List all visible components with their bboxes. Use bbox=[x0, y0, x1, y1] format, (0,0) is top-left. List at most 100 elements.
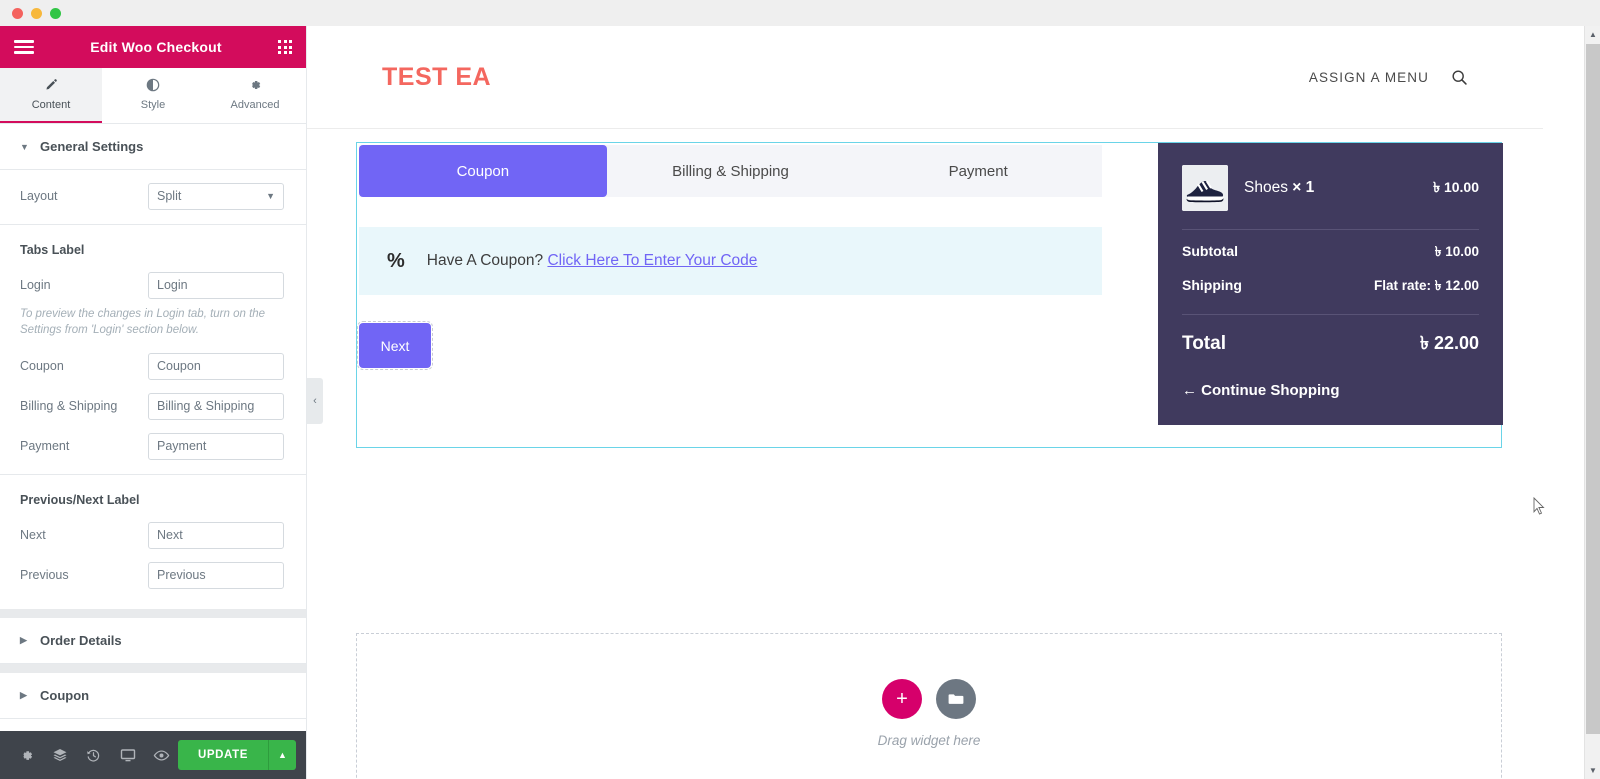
layers-navigator-icon[interactable] bbox=[44, 731, 78, 779]
woo-checkout-widget: Coupon Billing & Shipping Payment % Have… bbox=[356, 142, 1503, 448]
site-logo[interactable]: TEST EA bbox=[382, 63, 491, 92]
tabs-label-heading: Tabs Label bbox=[20, 243, 85, 257]
minimize-window-button[interactable] bbox=[31, 8, 42, 19]
tab-billing-shipping[interactable]: Billing & Shipping bbox=[607, 145, 855, 197]
tab-content-label: Content bbox=[31, 99, 71, 111]
assign-menu-link[interactable]: ASSIGN A MENU bbox=[1309, 70, 1429, 85]
chevron-right-icon: ▶ bbox=[20, 635, 27, 646]
collapse-panel-handle[interactable]: ‹ bbox=[307, 378, 323, 424]
chevron-down-icon: ▼ bbox=[20, 141, 29, 152]
gear-icon bbox=[248, 78, 262, 94]
coupon-notice: % Have A Coupon? Click Here To Enter You… bbox=[359, 227, 1102, 295]
grid-apps-icon[interactable] bbox=[278, 40, 292, 54]
tab-content[interactable]: Content bbox=[0, 68, 102, 123]
order-subtotal-label: Subtotal bbox=[1182, 243, 1238, 259]
tab-coupon[interactable]: Coupon bbox=[359, 145, 607, 197]
hamburger-menu-icon[interactable] bbox=[14, 40, 34, 54]
scrollbar-thumb[interactable] bbox=[1586, 44, 1600, 734]
page-scrollbar[interactable]: ▲ ▼ bbox=[1584, 26, 1600, 779]
billing-shipping-label-input[interactable] bbox=[148, 392, 284, 420]
control-next-label: Next bbox=[20, 528, 46, 543]
close-window-button[interactable] bbox=[12, 8, 23, 19]
section-coupon-label: Coupon bbox=[40, 688, 90, 704]
tab-advanced[interactable]: Advanced bbox=[204, 68, 306, 123]
order-row-total: Total ৳ 22.00 bbox=[1182, 315, 1479, 360]
dropzone-label: Drag widget here bbox=[877, 732, 981, 748]
tab-style[interactable]: Style bbox=[102, 68, 204, 123]
coupon-notice-label: Have A Coupon? bbox=[426, 252, 544, 269]
order-total-label: Total bbox=[1182, 333, 1226, 354]
elementor-editor-panel: Edit Woo Checkout Content Style Advanced bbox=[0, 26, 307, 779]
section-spacer bbox=[0, 664, 306, 674]
divider bbox=[0, 474, 306, 476]
general-settings-controls: Layout Split ▼ Tabs Label Login To previ… bbox=[0, 170, 306, 609]
control-coupon: Coupon bbox=[20, 346, 286, 386]
dropzone-actions: + bbox=[882, 678, 976, 719]
section-coupon[interactable]: ▶ Coupon bbox=[0, 673, 306, 720]
section-order-details[interactable]: ▶ Order Details bbox=[0, 618, 306, 665]
settings-gear-icon[interactable] bbox=[10, 731, 44, 779]
section-general-settings[interactable]: ▼ General Settings bbox=[0, 124, 306, 170]
section-general-settings-label: General Settings bbox=[40, 139, 144, 154]
history-clock-icon[interactable] bbox=[77, 731, 111, 779]
template-folder-icon[interactable] bbox=[936, 678, 976, 719]
shoe-thumbnail bbox=[1182, 165, 1228, 211]
add-widget-plus-icon[interactable]: + bbox=[882, 678, 922, 719]
maximize-window-button[interactable] bbox=[50, 8, 61, 19]
order-shipping-value: Flat rate: ৳ 12.00 bbox=[1373, 278, 1479, 293]
order-total-value: ৳ 22.00 bbox=[1419, 333, 1479, 353]
layout-select[interactable]: Split ▼ bbox=[148, 182, 284, 210]
scroll-up-arrow-icon[interactable]: ▲ bbox=[1585, 26, 1600, 43]
order-product-price: ৳ 10.00 bbox=[1433, 179, 1479, 195]
continue-shopping-link[interactable]: ← Continue Shopping bbox=[1182, 360, 1479, 399]
control-payment: Payment bbox=[20, 426, 286, 466]
control-billing-shipping-label: Billing & Shipping bbox=[20, 399, 118, 414]
control-login: Login bbox=[20, 265, 286, 305]
login-hint-text: To preview the changes in Login tab, tur… bbox=[20, 308, 266, 336]
control-payment-label: Payment bbox=[20, 439, 70, 454]
preview-eye-icon[interactable] bbox=[144, 731, 178, 779]
order-row-subtotal: Subtotal ৳ 10.00 bbox=[1182, 230, 1479, 264]
order-product-row: Shoes × 1 ৳ 10.00 bbox=[1182, 165, 1479, 229]
checkout-left-column: Coupon Billing & Shipping Payment % Have… bbox=[357, 143, 1102, 447]
control-previous: Previous bbox=[20, 555, 286, 595]
layout-select-value: Split bbox=[157, 189, 182, 203]
continue-shopping-label: Continue Shopping bbox=[1201, 382, 1340, 399]
update-button[interactable]: UPDATE bbox=[177, 740, 268, 770]
order-summary-card: Shoes × 1 ৳ 10.00 Subtotal ৳ 10.00 Shipp… bbox=[1158, 143, 1503, 425]
login-label-input[interactable] bbox=[148, 271, 284, 299]
next-label-input[interactable] bbox=[148, 521, 284, 549]
update-button-group: UPDATE ▲ bbox=[177, 740, 296, 770]
chevron-down-icon: ▼ bbox=[266, 191, 275, 201]
arrow-left-icon: ← bbox=[1182, 382, 1197, 399]
next-button[interactable]: Next bbox=[357, 321, 433, 370]
control-layout-label: Layout bbox=[20, 189, 58, 203]
window-controls bbox=[12, 8, 61, 19]
window-titlebar bbox=[0, 0, 1600, 26]
section-spacer bbox=[0, 609, 306, 619]
control-layout: Layout Split ▼ bbox=[20, 176, 286, 216]
tab-payment[interactable]: Payment bbox=[854, 145, 1102, 197]
previous-label-input[interactable] bbox=[148, 561, 284, 589]
control-next: Next bbox=[20, 515, 286, 555]
panel-footer-toolbar: UPDATE ▲ bbox=[0, 731, 306, 779]
divider bbox=[0, 224, 306, 225]
coupon-label-input[interactable] bbox=[148, 352, 284, 380]
update-options-chevron-up-icon[interactable]: ▲ bbox=[268, 740, 296, 770]
order-subtotal-value: ৳ 10.00 bbox=[1434, 244, 1479, 259]
chevron-right-icon: ▶ bbox=[20, 690, 27, 701]
control-login-label: Login bbox=[20, 278, 51, 292]
tab-style-label: Style bbox=[140, 99, 166, 111]
search-icon[interactable] bbox=[1451, 69, 1468, 86]
site-header-right: ASSIGN A MENU bbox=[1309, 69, 1468, 86]
control-previous-label: Previous bbox=[20, 568, 69, 583]
control-billing-shipping: Billing & Shipping bbox=[20, 386, 286, 426]
responsive-monitor-icon[interactable] bbox=[111, 731, 145, 779]
scroll-down-arrow-icon[interactable]: ▼ bbox=[1585, 762, 1600, 779]
coupon-enter-code-link[interactable]: Click Here To Enter Your Code bbox=[547, 252, 757, 269]
panel-title: Edit Woo Checkout bbox=[90, 39, 222, 55]
percent-icon: % bbox=[387, 249, 405, 272]
panel-tabs: Content Style Advanced bbox=[0, 68, 306, 124]
widget-dropzone[interactable]: + Drag widget here bbox=[356, 633, 1502, 779]
payment-label-input[interactable] bbox=[148, 432, 284, 460]
